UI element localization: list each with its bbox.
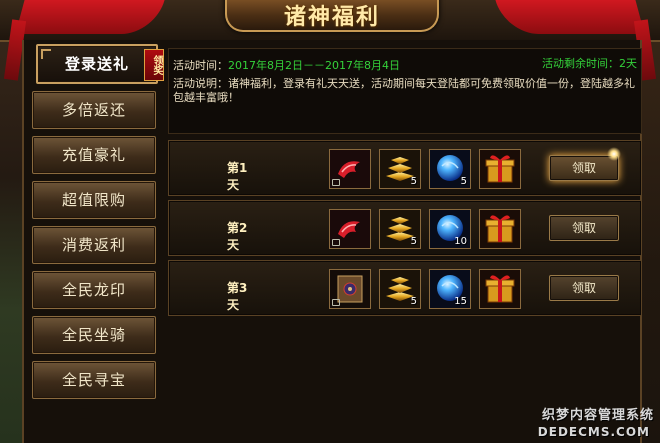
item-slot[interactable] [479, 269, 521, 309]
gift-box-icon [480, 150, 520, 188]
claim-badge: 领奖 [144, 49, 164, 81]
sidebar-item-label: 超值限购 [61, 191, 126, 209]
desc-text: 诸神福利，登录有礼天天送，活动期间每天登陆都可免费领取价值一份，登陆越多礼包越丰… [173, 77, 635, 104]
item-slot[interactable]: 5 [379, 209, 421, 249]
red-ribbon-left [15, 0, 165, 34]
sidebar-item-multi-return[interactable]: 多倍返还 [32, 91, 156, 129]
watermark-en: DEDECMS.COM [537, 425, 650, 439]
event-time-value: 2017年8月2日－－2017年8月4日 [228, 59, 400, 72]
bound-lock-icon [332, 299, 340, 306]
reward-row-day-1: 第1天 5 5 领取 [168, 140, 642, 196]
item-slot[interactable]: 15 [429, 269, 471, 309]
item-quantity: 15 [454, 296, 467, 307]
reward-row-day-2: 第2天 5 10 领取 [168, 200, 642, 256]
gift-box-icon [480, 270, 520, 308]
event-time-label: 活动时间： [173, 59, 228, 72]
item-slot[interactable] [479, 149, 521, 189]
item-slot[interactable] [479, 209, 521, 249]
sidebar-item-recharge-gift[interactable]: 充值豪礼 [32, 136, 156, 174]
sidebar-item-label: 多倍返还 [61, 101, 126, 119]
sidebar-item-label: 全民坐骑 [61, 326, 126, 344]
sparkle-effect [607, 147, 621, 161]
item-slot[interactable] [329, 269, 371, 309]
sidebar-item-label: 充值豪礼 [61, 146, 126, 164]
claim-button-day-2[interactable]: 领取 [549, 215, 619, 241]
red-ribbon-right [495, 0, 645, 34]
panel-title: 诸神福利 [283, 5, 380, 30]
title-plate: 诸神福利 [225, 0, 439, 32]
item-slot[interactable]: 5 [429, 149, 471, 189]
item-slot[interactable]: 10 [429, 209, 471, 249]
day-label: 第3天 [227, 281, 248, 312]
item-quantity: 10 [454, 236, 467, 247]
item-quantity: 5 [410, 236, 417, 247]
sidebar-item-label: 全民龙印 [61, 281, 126, 299]
event-info-box: 活动时间：2017年8月2日－－2017年8月4日 活动剩余时间：2天 活动说明… [168, 48, 642, 134]
day-label: 第1天 [227, 161, 248, 192]
sidebar-item-treasure[interactable]: 全民寻宝 [32, 361, 156, 399]
header-bar: 诸神福利 [0, 0, 660, 81]
item-quantity: 5 [410, 296, 417, 307]
sidebar-item-label: 消费返利 [61, 236, 126, 254]
watermark-cn: 织梦内容管理系统 [541, 408, 654, 423]
bound-lock-icon [332, 179, 340, 186]
bound-lock-icon [332, 239, 340, 246]
item-quantity: 5 [460, 176, 467, 187]
item-slot[interactable]: 5 [379, 149, 421, 189]
gift-box-icon [480, 210, 520, 248]
reward-row-day-3: 第3天 5 15 领取 [168, 260, 642, 316]
sidebar-item-mount[interactable]: 全民坐骑 [32, 316, 156, 354]
sidebar-item-limited-sale[interactable]: 超值限购 [32, 181, 156, 219]
item-slot[interactable] [329, 209, 371, 249]
event-description: 活动说明：诸神福利，登录有礼天天送，活动期间每天登陆都可免费领取价值一份，登陆越… [173, 77, 635, 105]
item-slot[interactable]: 5 [379, 269, 421, 309]
sidebar-item-login-gift[interactable]: 登录送礼 领奖 [36, 44, 164, 84]
sidebar-item-label: 登录送礼 [64, 55, 129, 73]
remaining-time: 活动剩余时间：2天 [542, 57, 637, 70]
sidebar-item-spend-rebate[interactable]: 消费返利 [32, 226, 156, 264]
day-label: 第2天 [227, 221, 248, 252]
item-quantity: 5 [410, 176, 417, 187]
claim-button-day-3[interactable]: 领取 [549, 275, 619, 301]
corner-ornament [41, 49, 51, 59]
sidebar-item-dragon-seal[interactable]: 全民龙印 [32, 271, 156, 309]
sidebar: 登录送礼 领奖 多倍返还 充值豪礼 超值限购 消费返利 全民龙印 全民坐骑 全民… [32, 44, 164, 406]
sidebar-item-label: 全民寻宝 [61, 371, 126, 389]
event-time: 活动时间：2017年8月2日－－2017年8月4日 [173, 57, 400, 73]
desc-label: 活动说明： [173, 77, 228, 90]
item-slot[interactable] [329, 149, 371, 189]
